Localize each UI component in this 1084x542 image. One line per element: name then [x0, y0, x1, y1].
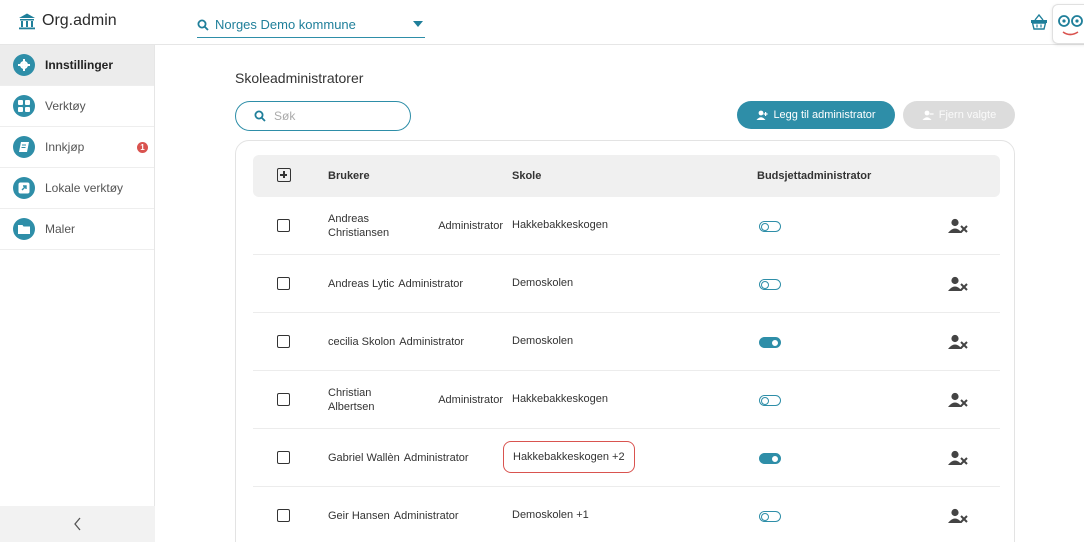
user-role: Administrator	[393, 510, 459, 522]
user-cell: Andreas Lytic Administrator	[328, 255, 503, 313]
grid-icon	[13, 95, 35, 117]
school-cell[interactable]: Demoskolen +1	[512, 509, 589, 521]
school-cell[interactable]: Hakkebakkeskogen	[512, 393, 608, 405]
user-role: Administrator	[399, 336, 465, 348]
budget-admin-toggle[interactable]	[759, 453, 781, 464]
sidebar-item-lokale-verktoy[interactable]: Lokale verktøy	[0, 168, 154, 209]
sidebar-item-label: Innstillinger	[45, 58, 114, 72]
organization-select[interactable]: Norges Demo kommune	[197, 12, 425, 38]
sidebar: Innstillinger Verktøy Innkjøp 1 Lokale v…	[0, 45, 155, 542]
budget-admin-toggle[interactable]	[759, 221, 781, 232]
sidebar-item-label: Lokale verktøy	[45, 181, 124, 195]
school-cell[interactable]: Hakkebakkeskogen	[512, 219, 608, 231]
sidebar-item-label: Maler	[45, 222, 76, 236]
search-icon	[254, 110, 266, 122]
search-icon	[197, 19, 209, 31]
row-checkbox[interactable]	[277, 219, 290, 232]
expand-all-icon[interactable]	[277, 168, 291, 182]
user-cell: Gabriel Wallèn Administrator	[328, 429, 503, 487]
table-row: Geir Hansen Administrator Demoskolen +1	[253, 487, 1000, 542]
remove-user-icon[interactable]	[948, 334, 968, 350]
user-role: Administrator	[398, 278, 464, 290]
chevron-down-icon	[413, 21, 423, 27]
chevron-left-icon	[73, 517, 80, 531]
column-header-school[interactable]: Skole	[512, 170, 541, 182]
user-cell: Andreas Christiansen Administrator	[328, 197, 503, 255]
page-title: Skoleadministratorer	[235, 70, 364, 86]
table-header: Brukere Skole Budsjettadministrator	[253, 155, 1000, 197]
user-name: Christian Albertsen	[328, 387, 375, 413]
user-name: Andreas Christiansen	[328, 213, 390, 239]
user-name: Geir Hansen	[328, 510, 390, 522]
budget-admin-toggle[interactable]	[759, 337, 781, 348]
table-row: Andreas Christiansen Administrator Hakke…	[253, 197, 1000, 255]
remove-user-icon[interactable]	[948, 218, 968, 234]
organization-select-value: Norges Demo kommune	[215, 17, 356, 32]
user-cell: cecilia Skolon Administrator	[328, 313, 503, 371]
user-role: Administrator	[438, 220, 503, 232]
remove-user-icon[interactable]	[948, 450, 968, 466]
notification-badge: 1	[137, 142, 148, 153]
institution-icon	[19, 13, 35, 30]
remove-user-icon[interactable]	[948, 276, 968, 292]
user-role: Administrator	[403, 452, 469, 464]
table-row: cecilia Skolon Administrator Demoskolen	[253, 313, 1000, 371]
row-checkbox[interactable]	[277, 393, 290, 406]
search-input[interactable]	[274, 109, 394, 123]
search-box[interactable]	[235, 101, 411, 131]
column-header-users[interactable]: Brukere	[328, 170, 370, 182]
brand[interactable]: Org.admin	[18, 12, 117, 30]
row-checkbox[interactable]	[277, 451, 290, 464]
row-checkbox[interactable]	[277, 509, 290, 522]
user-name: cecilia Skolon	[328, 336, 396, 348]
remove-user-icon[interactable]	[948, 508, 968, 524]
sidebar-item-label: Verktøy	[45, 99, 86, 113]
remove-user-icon	[922, 110, 934, 120]
row-checkbox[interactable]	[277, 335, 290, 348]
budget-admin-toggle[interactable]	[759, 511, 781, 522]
school-cell[interactable]: Demoskolen	[512, 335, 573, 347]
sidebar-collapse-button[interactable]	[0, 506, 155, 542]
remove-selected-label: Fjern valgte	[938, 109, 997, 121]
table-row: Gabriel Wallèn Administrator Hakkebakkes…	[253, 429, 1000, 487]
remove-user-icon[interactable]	[948, 392, 968, 408]
sidebar-item-verktoy[interactable]: Verktøy	[0, 86, 154, 127]
add-administrator-button[interactable]: Legg til administrator	[737, 101, 895, 129]
remove-selected-button[interactable]: Fjern valgte	[903, 101, 1015, 129]
budget-admin-toggle[interactable]	[759, 279, 781, 290]
face-icon	[1058, 15, 1083, 36]
user-name: Gabriel Wallèn	[328, 452, 400, 464]
column-header-budget-admin[interactable]: Budsjettadministrator	[757, 170, 871, 182]
sidebar-item-maler[interactable]: Maler	[0, 209, 154, 250]
user-name: Andreas Lytic	[328, 278, 395, 290]
table-row: Christian Albertsen Administrator Hakkeb…	[253, 371, 1000, 429]
user-role: Administrator	[438, 394, 503, 406]
sidebar-item-innstillinger[interactable]: Innstillinger	[0, 45, 154, 86]
folder-icon	[13, 218, 35, 240]
school-cell-highlighted[interactable]: Hakkebakkeskogen +2	[503, 441, 635, 473]
row-checkbox[interactable]	[277, 277, 290, 290]
user-avatar[interactable]	[1052, 4, 1084, 44]
sidebar-item-innkjop[interactable]: Innkjøp 1	[0, 127, 154, 168]
budget-admin-toggle[interactable]	[759, 395, 781, 406]
user-cell: Christian Albertsen Administrator	[328, 371, 503, 429]
administrators-table: Brukere Skole Budsjettadministrator Andr…	[235, 140, 1015, 542]
top-bar: Org.admin Norges Demo kommune	[0, 0, 1084, 45]
add-user-icon	[756, 110, 769, 120]
app-title: Org.admin	[42, 12, 117, 29]
school-cell[interactable]: Demoskolen	[512, 277, 573, 289]
basket-icon[interactable]	[1030, 14, 1048, 30]
user-cell: Geir Hansen Administrator	[328, 487, 503, 542]
book-icon	[13, 136, 35, 158]
external-link-icon	[13, 177, 35, 199]
table-row: Andreas Lytic Administrator Demoskolen	[253, 255, 1000, 313]
sidebar-item-label: Innkjøp	[45, 140, 85, 154]
gear-icon	[13, 54, 35, 76]
add-administrator-label: Legg til administrator	[773, 109, 876, 121]
